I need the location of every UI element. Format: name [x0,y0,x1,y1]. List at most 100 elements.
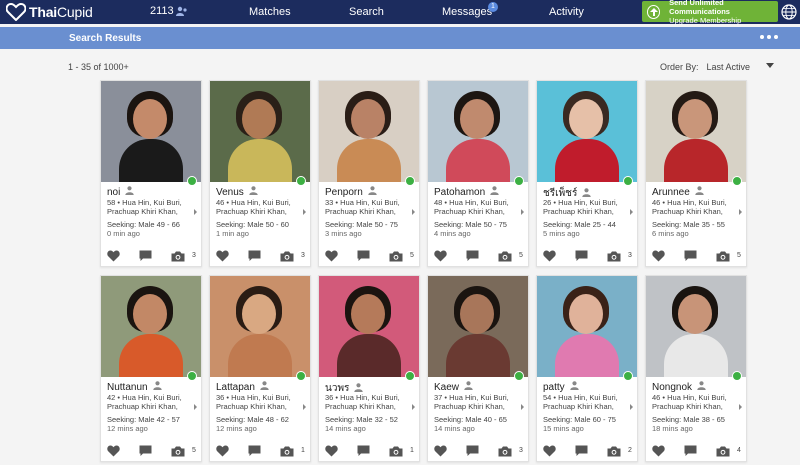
heart-icon[interactable] [434,444,447,462]
chevron-right-icon[interactable] [194,404,197,410]
thaicupid-logo[interactable]: ThaiCupid [6,2,93,22]
nav-activity[interactable]: Activity [549,6,584,18]
user-icon [485,186,499,198]
profile-card[interactable]: noi 58 • Hua Hin, Kui Buri, Prachuap Khir… [100,80,202,267]
camera-icon[interactable] [171,444,185,462]
chevron-right-icon[interactable] [739,209,742,215]
globe-icon[interactable] [781,4,797,20]
profile-name[interactable]: Nuttanun [107,382,148,393]
chat-icon[interactable] [684,444,697,462]
chat-icon[interactable] [684,249,697,267]
heart-icon[interactable] [652,444,665,462]
heart-icon[interactable] [325,249,338,267]
profile-name[interactable]: Arunnee [652,187,690,198]
chat-icon[interactable] [575,444,588,462]
camera-icon[interactable] [607,249,621,267]
profile-name[interactable]: noi [107,187,120,198]
camera-icon[interactable] [280,444,294,462]
heart-icon[interactable] [543,444,556,462]
profile-seeking: Seeking: Male 35 - 55 [652,220,725,229]
profile-card[interactable]: Venus 46 • Hua Hin, Kui Buri, Prachuap Kh… [209,80,311,267]
profile-photo[interactable] [428,276,528,377]
profile-photo[interactable] [646,81,746,182]
heart-icon[interactable] [216,444,229,462]
profile-card[interactable]: ชรีเพ็ชร์ 26 • Hua Hin, Kui Buri, Prachua… [536,80,638,267]
profile-card[interactable]: นวพร 36 • Hua Hin, Kui Buri, Prachuap Khi… [318,275,420,462]
chevron-right-icon[interactable] [412,209,415,215]
chat-icon[interactable] [248,249,261,267]
camera-icon[interactable] [171,249,185,267]
chevron-right-icon[interactable] [303,404,306,410]
profile-name[interactable]: Kaew [434,382,459,393]
chat-icon[interactable] [139,444,152,462]
camera-icon[interactable] [498,444,512,462]
order-by-value[interactable]: Last Active [707,62,751,72]
chat-icon[interactable] [248,444,261,462]
chat-icon[interactable] [466,249,479,267]
heart-icon[interactable] [107,249,120,267]
chat-icon[interactable] [357,444,370,462]
profile-seeking: Seeking: Male 50 - 75 [325,220,398,229]
chevron-right-icon[interactable] [739,404,742,410]
chevron-right-icon[interactable] [194,209,197,215]
profile-card[interactable]: Kaew 37 • Hua Hin, Kui Buri, Prachuap Khi… [427,275,529,462]
camera-icon[interactable] [389,444,403,462]
profile-photo[interactable] [428,81,528,182]
chevron-right-icon[interactable] [521,209,524,215]
profile-last-active: 6 mins ago [652,229,689,238]
chat-icon[interactable] [139,249,152,267]
profile-name[interactable]: Patohamon [434,187,485,198]
profile-photo[interactable] [101,81,201,182]
profile-card[interactable]: Arunnee 46 • Hua Hin, Kui Buri, Prachuap … [645,80,747,267]
profile-card[interactable]: Nuttanun 42 • Hua Hin, Kui Buri, Prachuap… [100,275,202,462]
chevron-right-icon[interactable] [630,209,633,215]
camera-icon[interactable] [716,249,730,267]
camera-icon[interactable] [389,249,403,267]
online-status-icon [187,176,197,186]
heart-icon[interactable] [107,444,120,462]
chevron-right-icon[interactable] [630,404,633,410]
profile-card[interactable]: Penporn 33 • Hua Hin, Kui Buri, Prachuap … [318,80,420,267]
camera-icon[interactable] [498,249,512,267]
chat-icon[interactable] [575,249,588,267]
nav-matches[interactable]: Matches [249,6,291,18]
chevron-right-icon[interactable] [303,209,306,215]
nav-messages[interactable]: Messages [442,6,492,18]
camera-icon[interactable] [280,249,294,267]
member-count[interactable]: 2113 [150,5,188,17]
chat-icon[interactable] [357,249,370,267]
camera-icon[interactable] [607,444,621,462]
chevron-right-icon[interactable] [412,404,415,410]
profile-photo[interactable] [210,81,310,182]
profile-photo[interactable] [646,276,746,377]
heart-icon[interactable] [652,249,665,267]
profile-name[interactable]: Lattapan [216,382,255,393]
profile-card[interactable]: Nongnok 46 • Hua Hin, Kui Buri, Prachuap … [645,275,747,462]
profile-name[interactable]: Venus [216,187,244,198]
profile-photo[interactable] [537,81,637,182]
online-status-icon [514,176,524,186]
profile-name[interactable]: Nongnok [652,382,692,393]
profile-card[interactable]: Patohamon 48 • Hua Hin, Kui Buri, Prachua… [427,80,529,267]
heart-icon[interactable] [216,249,229,267]
profile-photo[interactable] [537,276,637,377]
upgrade-button[interactable]: Send Unlimited Communications Upgrade Me… [642,0,778,25]
heart-icon[interactable] [434,249,447,267]
nav-search[interactable]: Search [349,6,384,18]
profile-name[interactable]: patty [543,382,565,393]
chat-icon[interactable] [466,444,479,462]
camera-icon[interactable] [716,444,730,462]
profile-photo[interactable] [210,276,310,377]
order-by[interactable]: Order By: Last Active [660,62,750,72]
profile-card[interactable]: Lattapan 36 • Hua Hin, Kui Buri, Prachuap… [209,275,311,462]
chevron-right-icon[interactable] [521,404,524,410]
more-options-icon[interactable] [760,35,778,39]
heart-icon[interactable] [325,444,338,462]
profile-card[interactable]: patty 54 • Hua Hin, Kui Buri, Prachuap Kh… [536,275,638,462]
profile-photo[interactable] [319,81,419,182]
heart-icon[interactable] [543,249,556,267]
profile-name[interactable]: Penporn [325,187,363,198]
profile-photo[interactable] [319,276,419,377]
chevron-down-icon[interactable] [766,63,774,68]
profile-photo[interactable] [101,276,201,377]
